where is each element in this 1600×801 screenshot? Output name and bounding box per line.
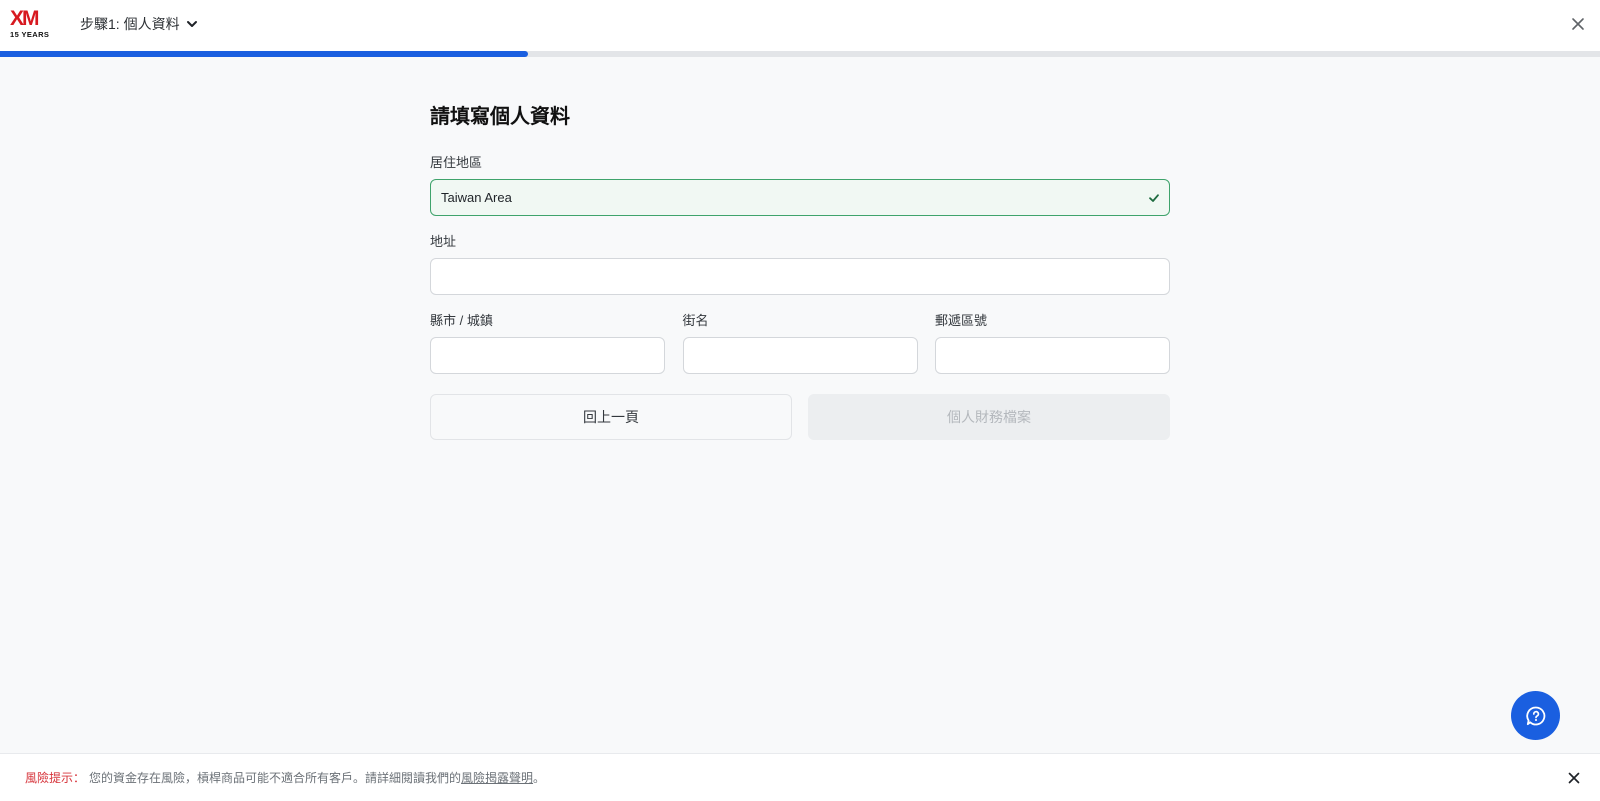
help-chat-button[interactable] bbox=[1511, 691, 1560, 740]
address-label: 地址 bbox=[430, 234, 457, 249]
form-actions: 回上一頁 個人財務檔案 bbox=[430, 394, 1170, 440]
city-group: 縣市 / 城鎮 bbox=[430, 312, 665, 374]
street-input[interactable] bbox=[682, 337, 918, 374]
step-selector[interactable]: 步驟1: 個人資料 bbox=[80, 14, 198, 34]
postcode-group: 郵遞區號 bbox=[935, 312, 1170, 374]
progress-bar bbox=[0, 51, 1600, 57]
country-value: Taiwan Area bbox=[441, 190, 512, 205]
city-label: 縣市 / 城鎮 bbox=[430, 313, 493, 328]
logo-text: XM bbox=[10, 7, 39, 30]
location-row: 縣市 / 城鎮 街名 郵遞區號 bbox=[430, 312, 1170, 374]
page-title: 請填寫個人資料 bbox=[430, 106, 570, 128]
close-icon[interactable] bbox=[1568, 14, 1588, 34]
street-label: 街名 bbox=[682, 313, 709, 328]
city-input[interactable] bbox=[430, 337, 665, 374]
country-label: 居住地區 bbox=[430, 155, 483, 170]
risk-disclosure-link[interactable]: 風險揭露聲明 bbox=[461, 769, 533, 786]
logo-mark: XM bbox=[10, 7, 54, 30]
top-bar: XM 15 YEARS 步驟1: 個人資料 bbox=[0, 0, 1600, 51]
back-button[interactable]: 回上一頁 bbox=[430, 394, 792, 440]
country-select[interactable]: Taiwan Area bbox=[430, 179, 1170, 216]
country-group: 居住地區 Taiwan Area bbox=[430, 154, 1170, 216]
risk-notice-bar: 風險提示： 您的資金存在風險，槓桿商品可能不適合所有客戶。請詳細閱讀我們的 風險… bbox=[0, 753, 1600, 801]
progress-fill bbox=[0, 51, 528, 57]
step-label: 步驟1: 個人資料 bbox=[80, 16, 180, 32]
address-input[interactable] bbox=[430, 258, 1170, 295]
logo-subtext: 15 YEARS bbox=[10, 30, 50, 39]
postcode-label: 郵遞區號 bbox=[935, 313, 988, 328]
check-icon bbox=[1149, 194, 1159, 202]
street-group: 街名 bbox=[682, 312, 918, 374]
postcode-input[interactable] bbox=[935, 337, 1170, 374]
help-chat-icon bbox=[1525, 706, 1545, 725]
next-button[interactable]: 個人財務檔案 bbox=[808, 394, 1170, 440]
brand-logo[interactable]: XM 15 YEARS bbox=[10, 7, 54, 39]
close-icon[interactable] bbox=[1567, 771, 1581, 785]
risk-text: 您的資金存在風險，槓桿商品可能不適合所有客戶。請詳細閱讀我們的 bbox=[89, 771, 462, 785]
risk-label: 風險提示： bbox=[25, 771, 86, 785]
personal-details-form: 請填寫個人資料 居住地區 Taiwan Area 地址 縣市 / 城鎮 街名 郵… bbox=[430, 100, 1170, 440]
chevron-down-icon bbox=[186, 21, 197, 27]
address-group: 地址 bbox=[430, 233, 1170, 295]
risk-suffix: 。 bbox=[533, 771, 546, 785]
